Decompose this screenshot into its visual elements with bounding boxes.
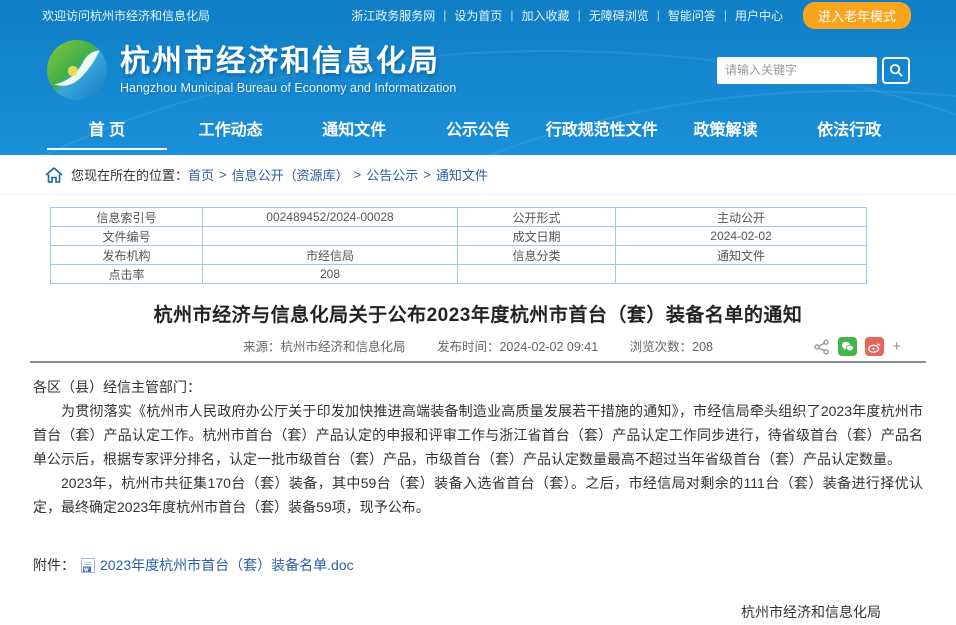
topbar-link-accessibility[interactable]: 无障碍浏览 (581, 7, 657, 24)
breadcrumb-prefix: 您现在所在的位置： (71, 165, 188, 184)
info-label-empty (458, 265, 616, 284)
attachment-link[interactable]: 2023年度杭州市首台（套）装备名单.doc (100, 555, 354, 575)
attachment-row: 附件： 2023年度杭州市首台（套）装备名单.doc (0, 519, 956, 575)
table-row: 点击率 208 (51, 265, 867, 284)
breadcrumb-separator: > (354, 167, 362, 182)
nav-item-work-news[interactable]: 工作动态 (169, 110, 293, 155)
topbar-link-smart-qa[interactable]: 智能问答 (660, 7, 724, 24)
topbar-link-user-center[interactable]: 用户中心 (727, 7, 791, 24)
info-label-date-written: 成文日期 (458, 227, 616, 246)
breadcrumb-link-announcements[interactable]: 公告公示 (366, 165, 418, 184)
attachment-label: 附件： (33, 555, 75, 575)
breadcrumb-separator: > (423, 167, 431, 182)
topbar-links: 浙江政务服务网 | 设为首页 | 加入收藏 | 无障碍浏览 | 智能问答 | 用… (343, 2, 911, 29)
info-label-click-rate: 点击率 (51, 265, 203, 284)
info-label-doc-number: 文件编号 (51, 227, 203, 246)
elder-mode-button[interactable]: 进入老年模式 (803, 2, 911, 29)
article-publish-time: 发布时间：2024-02-02 09:41 (437, 340, 598, 354)
signature-org: 杭州市经济和信息化局 (0, 599, 956, 625)
search-box (717, 57, 910, 84)
signature-block: 杭州市经济和信息化局 2024年2月2日 (0, 599, 956, 625)
info-value-date-written: 2024-02-02 (616, 227, 867, 246)
article-source: 来源：杭州市经济和信息化局 (243, 340, 406, 354)
info-label-disclosure-form: 公开形式 (458, 208, 616, 227)
search-input[interactable] (717, 57, 877, 84)
search-button[interactable] (882, 57, 910, 84)
nav-item-notice-files[interactable]: 通知文件 (292, 110, 416, 155)
topbar-link-zhejiang-service[interactable]: 浙江政务服务网 (343, 7, 443, 24)
nav-item-home[interactable]: 首 页 (45, 110, 169, 155)
topbar-link-set-homepage[interactable]: 设为首页 (446, 7, 510, 24)
share-bar: + (814, 337, 901, 356)
site-title: 杭州市经济和信息化局 (120, 45, 456, 79)
doc-file-icon (81, 558, 95, 573)
share-icon[interactable] (814, 339, 830, 355)
info-value-index-number: 002489452/2024-00028 (203, 208, 458, 227)
article-salutation: 各区（县）经信主管部门： (33, 375, 923, 399)
article-title: 杭州市经济与信息化局关于公布2023年度杭州市首台（套）装备名单的通知 (0, 300, 956, 327)
breadcrumb-link-home[interactable]: 首页 (188, 165, 214, 184)
info-value-empty (616, 265, 867, 284)
weibo-share-icon[interactable] (865, 337, 884, 356)
info-value-issuing-agency: 市经信局 (203, 246, 458, 265)
site-subtitle: Hangzhou Municipal Bureau of Economy and… (120, 81, 456, 95)
breadcrumb-separator: > (219, 167, 227, 182)
document-info-table-wrap: 信息索引号 002489452/2024-00028 公开形式 主动公开 文件编… (0, 195, 956, 284)
info-label-index-number: 信息索引号 (51, 208, 203, 227)
nav-item-policy-interpretation[interactable]: 政策解读 (664, 110, 788, 155)
nav-item-public-announcements[interactable]: 公示公告 (416, 110, 540, 155)
info-label-issuing-agency: 发布机构 (51, 246, 203, 265)
info-value-disclosure-form: 主动公开 (616, 208, 867, 227)
article-paragraph-1: 为贯彻落实《杭州市人民政府办公厅关于印发加快推进高端装备制造业高质量发展若干措施… (33, 399, 923, 471)
home-icon[interactable] (45, 167, 63, 183)
topbar: 欢迎访问杭州市经济和信息化局 浙江政务服务网 | 设为首页 | 加入收藏 | 无… (0, 0, 956, 30)
article-paragraph-2: 2023年，杭州市共征集170台（套）装备，其中59台（套）装备入选省首台（套）… (33, 471, 923, 519)
bureau-logo-icon (46, 39, 108, 101)
table-row: 信息索引号 002489452/2024-00028 公开形式 主动公开 (51, 208, 867, 227)
main-nav: 首 页 工作动态 通知文件 公示公告 行政规范性文件 政策解读 依法行政 (0, 110, 956, 155)
header-main: 杭州市经济和信息化局 Hangzhou Municipal Bureau of … (0, 30, 956, 110)
article-view-count: 浏览次数：208 (630, 340, 713, 354)
info-value-doc-number (203, 227, 458, 246)
breadcrumb: 您现在所在的位置： 首页 > 信息公开（资源库） > 公告公示 > 通知文件 (0, 155, 956, 195)
article-body: 各区（县）经信主管部门： 为贯彻落实《杭州市人民政府办公厅关于印发加快推进高端装… (0, 363, 956, 519)
article-meta: 来源：杭州市经济和信息化局 发布时间：2024-02-02 09:41 浏览次数… (30, 337, 926, 363)
breadcrumb-link-notice-files[interactable]: 通知文件 (436, 165, 488, 184)
wechat-share-icon[interactable] (838, 337, 857, 356)
welcome-text: 欢迎访问杭州市经济和信息化局 (42, 7, 210, 24)
document-info-table: 信息索引号 002489452/2024-00028 公开形式 主动公开 文件编… (50, 207, 867, 284)
table-row: 文件编号 成文日期 2024-02-02 (51, 227, 867, 246)
nav-item-administrative-normative-docs[interactable]: 行政规范性文件 (540, 110, 664, 155)
table-row: 发布机构 市经信局 信息分类 通知文件 (51, 246, 867, 265)
info-value-info-category: 通知文件 (616, 246, 867, 265)
share-more-button[interactable]: + (892, 337, 901, 356)
info-value-click-rate: 208 (203, 265, 458, 284)
topbar-link-add-favorite[interactable]: 加入收藏 (514, 7, 578, 24)
breadcrumb-link-info-disclosure[interactable]: 信息公开（资源库） (232, 165, 349, 184)
nav-item-lawful-administration[interactable]: 依法行政 (787, 110, 911, 155)
info-label-info-category: 信息分类 (458, 246, 616, 265)
site-header: 欢迎访问杭州市经济和信息化局 浙江政务服务网 | 设为首页 | 加入收藏 | 无… (0, 0, 956, 155)
search-icon (889, 63, 904, 78)
